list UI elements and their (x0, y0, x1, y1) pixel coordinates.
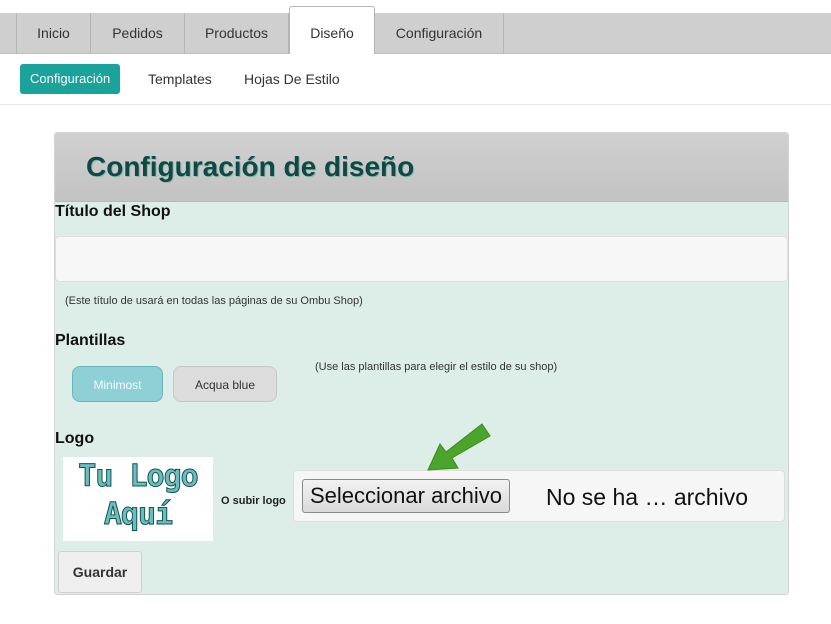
panel-header: Configuración de diseño (55, 133, 788, 202)
tab-diseno[interactable]: Diseño (289, 6, 375, 54)
sub-navigation: Configuración Templates Hojas De Estilo (0, 54, 831, 105)
tab-productos[interactable]: Productos (185, 13, 289, 53)
tab-configuracion[interactable]: Configuración (375, 13, 504, 53)
arrow-pointer-icon (427, 423, 491, 471)
tab-inicio[interactable]: Inicio (16, 13, 91, 53)
templates-label: Plantillas (55, 332, 126, 349)
logo-file-input[interactable]: Seleccionar archivo No se ha … archivo (293, 470, 785, 522)
logo-placeholder-image: Tu Logo Aquí (63, 457, 213, 541)
template-minimost-button[interactable]: Minimost (72, 366, 163, 402)
shop-title-input[interactable] (55, 236, 788, 282)
templates-hint: (Use las plantillas para elegir el estil… (315, 361, 558, 373)
select-file-button[interactable]: Seleccionar archivo (302, 479, 510, 513)
page-title: Configuración de diseño (86, 151, 415, 182)
template-acqua-blue-button[interactable]: Acqua blue (173, 366, 277, 402)
subnav-hojas-de-estilo[interactable]: Hojas De Estilo (244, 64, 340, 94)
design-settings-panel: Configuración de diseño Título del Shop … (54, 132, 789, 595)
file-status-text: No se ha … archivo (546, 484, 748, 510)
logo-placeholder-line-1: Tu Logo (78, 459, 199, 495)
shop-title-label: Título del Shop (55, 203, 171, 220)
tab-pedidos[interactable]: Pedidos (91, 13, 185, 53)
subnav-configuracion[interactable]: Configuración (20, 64, 121, 94)
logo-placeholder-line-2: Aquí (103, 497, 173, 533)
upload-logo-label: O subir logo (221, 495, 286, 507)
logo-label: Logo (55, 430, 95, 447)
save-button[interactable]: Guardar (58, 551, 142, 593)
subnav-templates[interactable]: Templates (148, 64, 212, 94)
shop-title-hint: (Este título de usará en todas las págin… (65, 295, 363, 307)
